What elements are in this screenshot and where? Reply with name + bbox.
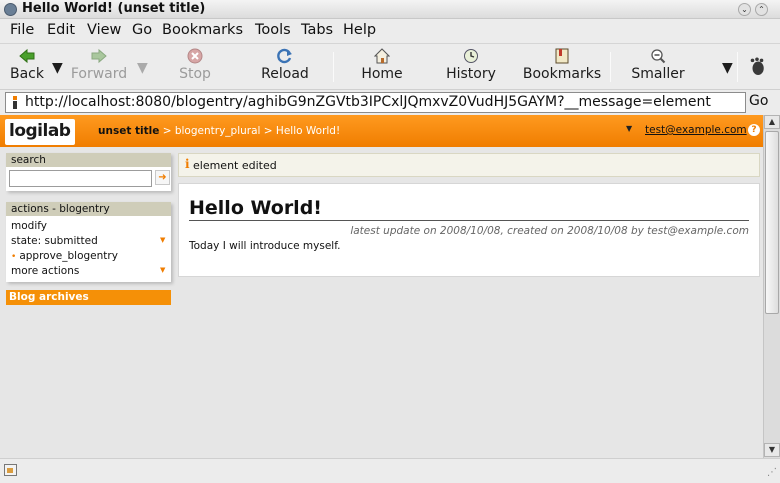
user-menu-dropdown-icon[interactable]: ▼ [626,124,632,133]
security-status-icon[interactable] [4,464,17,476]
menu-go[interactable]: Go [132,22,152,38]
breadcrumb-current: Hello World! [275,125,341,137]
smaller-label: Smaller [631,66,685,82]
breadcrumb-root[interactable]: unset title [98,125,159,137]
back-arrow-icon [19,48,35,64]
toolbar-separator [610,52,611,82]
menu-help[interactable]: Help [343,22,376,38]
browser-window: Hello World! (unset title) ⌄ ⌃ File Edit… [0,0,780,483]
state-dropdown-icon[interactable]: ▼ [160,236,165,244]
address-text: http://localhost:8080/blogentry/aghibG9n… [25,94,711,110]
window-title: Hello World! (unset title) [22,1,206,16]
page-viewport: logilab unset title > blogentry_plural >… [0,115,763,458]
bookmarks-button[interactable]: Bookmarks [518,48,606,88]
menu-edit[interactable]: Edit [47,22,75,38]
more-actions-dropdown-icon[interactable]: ▼ [160,266,165,274]
home-icon [374,48,390,64]
search-input[interactable] [9,170,152,187]
address-input[interactable]: http://localhost:8080/blogentry/aghibG9n… [5,92,746,113]
back-button[interactable]: Back [6,48,48,88]
breadcrumb-blogentry-plural[interactable]: blogentry_plural [175,125,261,137]
reload-icon [277,48,292,64]
menu-bookmarks[interactable]: Bookmarks [162,22,243,38]
logilab-logo[interactable]: logilab [5,119,75,145]
user-email-link[interactable]: test@example.com [645,124,747,136]
browser-app-icon [4,3,17,16]
action-state[interactable]: state: submitted [11,235,98,247]
maximize-window-icon[interactable]: ⌃ [755,3,768,16]
status-message: i element edited [178,153,760,177]
bookmarks-book-icon [555,48,569,64]
entry-title: Hello World! [189,197,322,219]
menu-view[interactable]: View [87,22,121,38]
entry-body: Today I will introduce myself. [189,240,341,252]
bullet-icon: • [11,252,17,262]
scroll-down-arrow-icon[interactable]: ▼ [764,443,780,457]
toolbar-separator [737,52,738,82]
search-box-title: search [6,153,171,167]
toolbar-separator [333,52,334,82]
location-bar: http://localhost:8080/blogentry/aghibG9n… [0,90,780,115]
home-label: Home [361,66,403,82]
actions-box-title: actions - blogentry [6,202,171,216]
bookmarks-label: Bookmarks [522,66,602,82]
info-icon: i [185,157,190,171]
history-clock-icon [464,49,478,63]
stop-label: Stop [179,66,211,82]
breadcrumb-separator: > [159,125,175,137]
action-more[interactable]: more actions [11,265,79,277]
blog-archives-box[interactable]: Blog archives [6,290,171,305]
menu-bar: File Edit View Go Bookmarks Tools Tabs H… [0,19,780,43]
breadcrumb: unset title > blogentry_plural > Hello W… [98,125,340,137]
search-box: search ➜ [6,153,171,191]
zoom-smaller-button[interactable]: Smaller [628,48,688,88]
navigation-toolbar: Back ▼ Forward ▼ Stop Reload Home Histor… [0,43,780,90]
stop-button[interactable]: Stop [174,48,216,88]
title-rule [189,220,749,221]
back-label: Back [10,66,44,82]
action-transition[interactable]: • approve_blogentry [11,250,118,262]
forward-button[interactable]: Forward [68,48,130,88]
scrollbar-thumb[interactable] [765,131,779,314]
actions-box: actions - blogentry modify state: submit… [6,202,171,282]
shade-window-icon[interactable]: ⌄ [738,3,751,16]
reload-label: Reload [261,66,309,82]
blog-entry: Hello World! latest update on 2008/10/08… [178,183,760,277]
home-button[interactable]: Home [356,48,408,88]
menu-file[interactable]: File [10,22,34,38]
site-favicon-icon [13,96,17,109]
site-header: logilab unset title > blogentry_plural >… [0,115,763,147]
stop-icon [187,48,203,64]
menu-tabs[interactable]: Tabs [301,22,333,38]
action-transition-label: approve_blogentry [19,250,118,262]
title-bar: Hello World! (unset title) ⌄ ⌃ [0,0,780,19]
search-go-arrow-icon[interactable]: ➜ [155,170,170,185]
status-message-text: element edited [193,159,277,172]
status-bar: ⋰ [0,458,780,483]
forward-arrow-icon [91,48,107,64]
history-label: History [446,66,496,82]
logo-text: logilab [9,121,71,141]
zoom-out-icon [651,49,666,64]
entry-meta: latest update on 2008/10/08, created on … [350,225,749,237]
go-button[interactable]: Go [749,93,768,109]
action-modify[interactable]: modify [11,220,47,232]
menu-tools[interactable]: Tools [255,22,291,38]
scroll-up-arrow-icon[interactable]: ▲ [764,115,780,129]
resize-grip-icon[interactable]: ⋰ [767,467,777,478]
history-button[interactable]: History [443,48,499,88]
help-icon[interactable]: ? [748,124,760,136]
gnome-foot-icon [750,57,764,75]
vertical-scrollbar[interactable]: ▲ ▼ [763,115,780,458]
reload-button[interactable]: Reload [257,48,313,88]
forward-label: Forward [70,66,128,82]
breadcrumb-separator: > [260,125,276,137]
